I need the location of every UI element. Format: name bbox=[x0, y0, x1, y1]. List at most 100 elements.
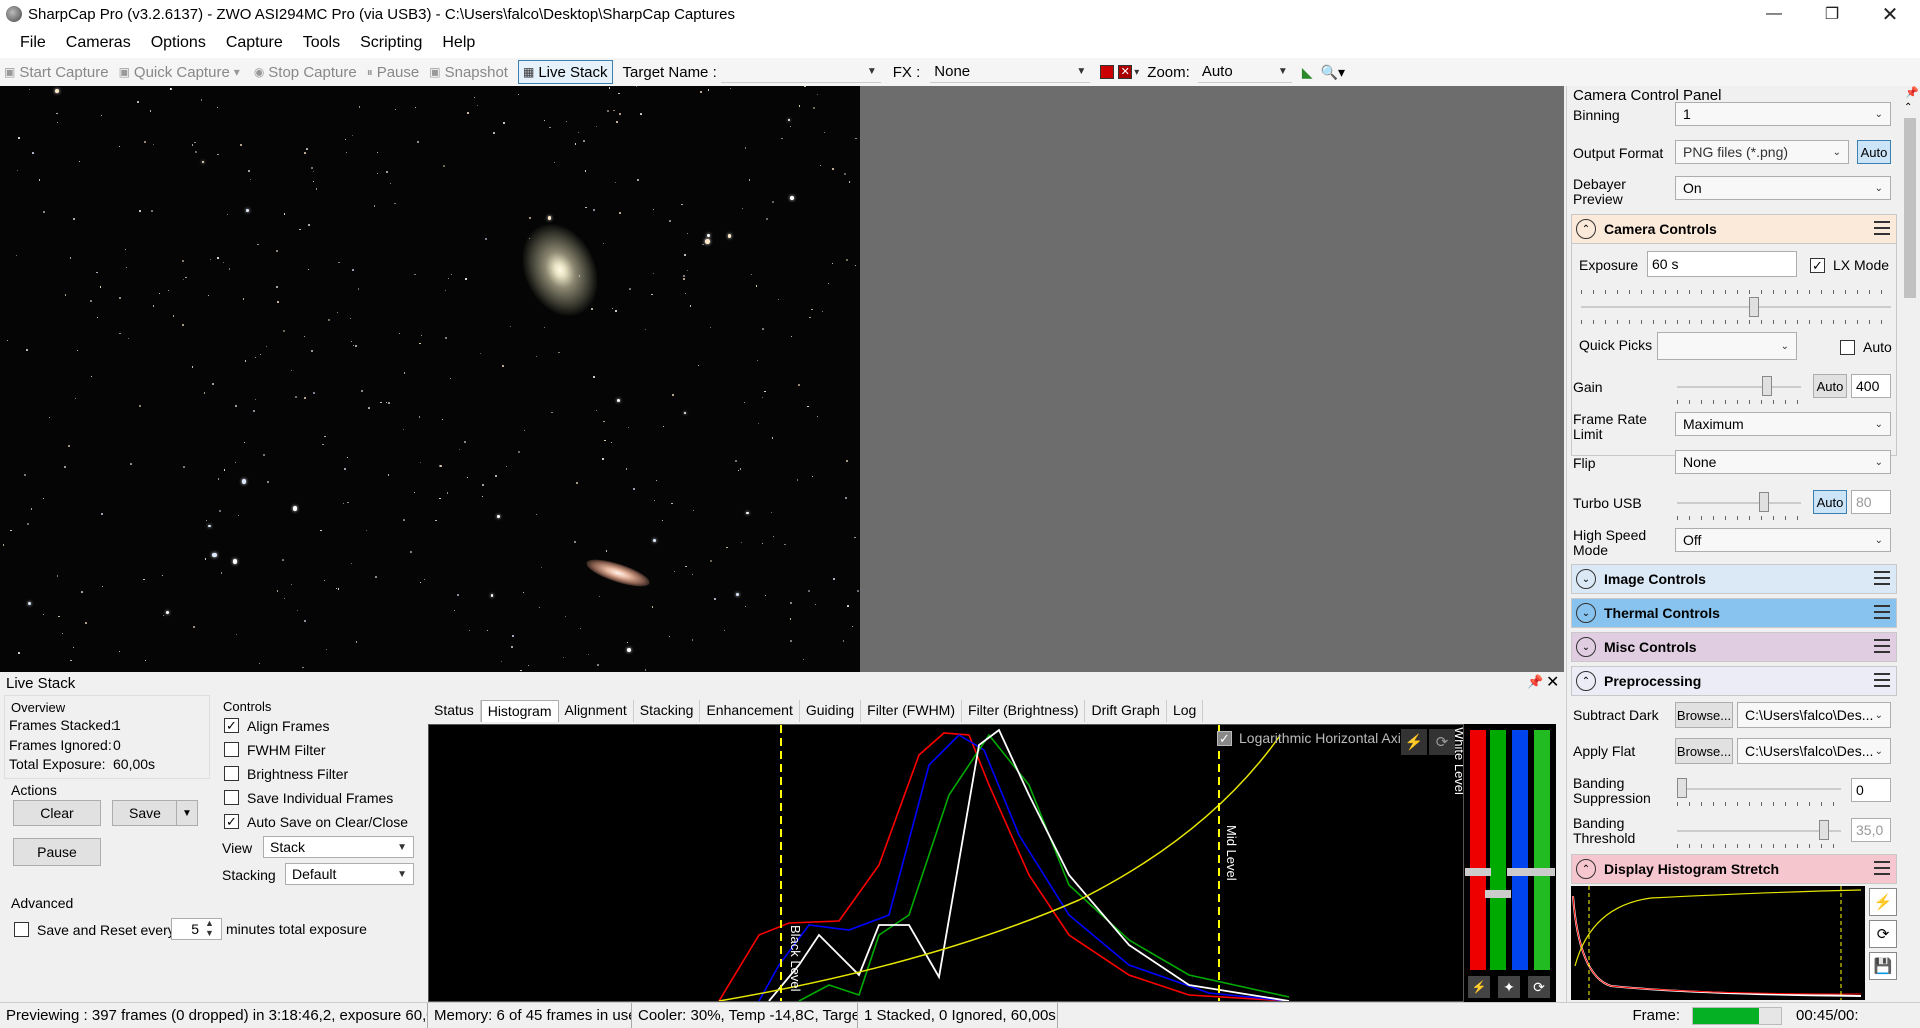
minutes-stepper[interactable]: 5 bbox=[171, 918, 222, 940]
histogram-icon[interactable]: ◣ bbox=[1302, 64, 1313, 81]
menu-help[interactable]: Help bbox=[432, 34, 485, 52]
banding-threshold-thumb[interactable] bbox=[1819, 820, 1829, 840]
menu-icon[interactable] bbox=[1874, 861, 1890, 875]
save-reset-checkbox[interactable] bbox=[14, 922, 29, 937]
close-panel-icon[interactable]: ✕ bbox=[1546, 672, 1559, 692]
tab-filter-brightness[interactable]: Filter (Brightness) bbox=[962, 700, 1086, 722]
menu-file[interactable]: File bbox=[10, 34, 56, 52]
zoom-tool-icon[interactable]: 🔍▾ bbox=[1321, 64, 1345, 81]
turbo-usb-input[interactable]: 80 bbox=[1851, 490, 1891, 514]
gain-input[interactable]: 400 bbox=[1851, 374, 1891, 398]
menu-tools[interactable]: Tools bbox=[293, 34, 350, 52]
menu-scripting[interactable]: Scripting bbox=[350, 34, 432, 52]
target-name-input[interactable]: ▼ bbox=[720, 61, 881, 83]
output-format-select[interactable]: PNG files (*.png) ⌄ bbox=[1675, 140, 1849, 164]
tab-status[interactable]: Status bbox=[428, 700, 481, 722]
view-select[interactable]: Stack ▼ bbox=[263, 836, 414, 858]
lightning-icon[interactable]: ⚡ bbox=[1468, 976, 1490, 998]
crosshair-icon[interactable]: ✕ bbox=[1118, 65, 1133, 79]
misc-controls-header[interactable]: ⌄ Misc Controls bbox=[1571, 632, 1897, 662]
pause-button[interactable]: ⏸ Pause bbox=[367, 64, 420, 81]
turbo-usb-slider[interactable] bbox=[1677, 502, 1801, 504]
reset-stretch-icon[interactable]: ⟳ bbox=[1429, 729, 1455, 755]
lx-mode-checkbox[interactable]: ✓ bbox=[1810, 258, 1825, 273]
display-stretch-header[interactable]: ⌃ Display Histogram Stretch bbox=[1571, 854, 1897, 884]
banding-suppression-slider[interactable] bbox=[1677, 788, 1841, 790]
banding-threshold-slider[interactable] bbox=[1677, 830, 1841, 832]
debayer-select[interactable]: On ⌄ bbox=[1675, 176, 1891, 200]
stretch-auto-icon[interactable]: ⚡ bbox=[1869, 888, 1897, 916]
blue-level-slider[interactable] bbox=[1512, 730, 1528, 970]
auto-save-checkbox[interactable]: ✓ bbox=[224, 814, 239, 829]
banding-threshold-input[interactable]: 35,0 bbox=[1851, 818, 1891, 842]
preprocessing-header[interactable]: ⌃ Preprocessing bbox=[1571, 666, 1897, 696]
green-slider-thumb[interactable] bbox=[1485, 890, 1511, 898]
high-speed-select[interactable]: Off ⌄ bbox=[1675, 528, 1891, 552]
image-controls-header[interactable]: ⌄ Image Controls bbox=[1571, 564, 1897, 594]
apply-flat-browse-button[interactable]: Browse... bbox=[1675, 738, 1733, 764]
display-stretch-histogram[interactable] bbox=[1571, 886, 1865, 1000]
exposure-slider-thumb[interactable] bbox=[1749, 297, 1759, 317]
menu-icon[interactable] bbox=[1874, 571, 1890, 585]
close-icon[interactable]: ✕ bbox=[1861, 0, 1919, 28]
snapshot-button[interactable]: ▣ Snapshot bbox=[429, 64, 508, 81]
quick-picks-auto-checkbox[interactable] bbox=[1840, 340, 1855, 355]
auto-stretch-icon[interactable]: ⚡ bbox=[1401, 729, 1427, 755]
stop-capture-button[interactable]: ◉ Stop Capture bbox=[254, 64, 357, 81]
zoom-select[interactable]: Auto ▼ bbox=[1197, 61, 1292, 83]
menu-icon[interactable] bbox=[1874, 221, 1890, 235]
panel-scrollbar[interactable]: ⌃ bbox=[1900, 98, 1920, 1002]
save-individual-checkbox[interactable] bbox=[224, 790, 239, 805]
tab-stacking[interactable]: Stacking bbox=[633, 700, 701, 722]
stretch-save-icon[interactable]: 💾 bbox=[1869, 952, 1897, 980]
quick-picks-select[interactable]: ⌄ bbox=[1657, 332, 1797, 360]
start-capture-button[interactable]: ▣ Start Capture bbox=[4, 64, 109, 81]
menu-cameras[interactable]: Cameras bbox=[56, 34, 141, 52]
align-frames-checkbox[interactable]: ✓ bbox=[224, 718, 239, 733]
live-stack-button[interactable]: ▦ Live Stack bbox=[517, 60, 613, 84]
fwhm-filter-checkbox[interactable] bbox=[224, 742, 239, 757]
quick-capture-button[interactable]: ▣ Quick Capture ▾ bbox=[119, 64, 244, 81]
camera-controls-header[interactable]: ⌃ Camera Controls bbox=[1571, 214, 1897, 244]
stretch-reset-icon[interactable]: ⟳ bbox=[1869, 920, 1897, 948]
menu-icon[interactable] bbox=[1874, 639, 1890, 653]
apply-flat-select[interactable]: C:\Users\falco\Des... ⌄ bbox=[1737, 738, 1891, 764]
luma-slider-thumb[interactable] bbox=[1529, 868, 1555, 876]
fx-select[interactable]: None ▼ bbox=[930, 61, 1091, 83]
stepper-arrows-icon[interactable]: ▲ ▼ bbox=[205, 918, 214, 938]
turbo-usb-auto-button[interactable]: Auto bbox=[1813, 490, 1847, 514]
histogram-chart[interactable]: Black Level Mid Level White Level ✓ Loga… bbox=[428, 724, 1464, 1002]
luminance-level-slider[interactable] bbox=[1534, 730, 1550, 970]
gain-slider-thumb[interactable] bbox=[1762, 376, 1772, 396]
red-level-slider[interactable] bbox=[1470, 730, 1486, 970]
save-button[interactable]: Save bbox=[112, 800, 178, 826]
pause-stack-button[interactable]: Pause bbox=[13, 838, 101, 866]
tab-log[interactable]: Log bbox=[1166, 700, 1204, 722]
green-level-slider[interactable] bbox=[1490, 730, 1506, 970]
image-viewer[interactable] bbox=[0, 86, 1564, 672]
red-overlay-icon[interactable] bbox=[1100, 65, 1115, 79]
exposure-input[interactable]: 60 s bbox=[1647, 251, 1797, 277]
menu-icon[interactable] bbox=[1874, 673, 1890, 687]
stacking-select[interactable]: Default ▼ bbox=[285, 863, 414, 885]
save-dropdown-icon[interactable]: ▼ bbox=[176, 800, 198, 826]
subtract-dark-select[interactable]: C:\Users\falco\Des... ⌄ bbox=[1737, 702, 1891, 728]
menu-icon[interactable] bbox=[1874, 605, 1890, 619]
gain-slider[interactable] bbox=[1677, 386, 1801, 388]
tab-filter-fwhm[interactable]: Filter (FWHM) bbox=[861, 700, 963, 722]
brightness-filter-checkbox[interactable] bbox=[224, 766, 239, 781]
pin-icon[interactable]: 📌 bbox=[1527, 674, 1543, 690]
scroll-up-icon[interactable]: ⌃ bbox=[1904, 102, 1912, 113]
menu-capture[interactable]: Capture bbox=[216, 34, 293, 52]
log-axis-checkbox[interactable]: ✓ bbox=[1217, 731, 1232, 746]
banding-suppression-thumb[interactable] bbox=[1677, 778, 1687, 798]
exposure-slider[interactable] bbox=[1581, 306, 1891, 308]
thermal-controls-header[interactable]: ⌄ Thermal Controls bbox=[1571, 598, 1897, 628]
frame-rate-select[interactable]: Maximum ⌄ bbox=[1675, 412, 1891, 436]
gain-auto-button[interactable]: Auto bbox=[1813, 374, 1847, 398]
minimize-icon[interactable]: — bbox=[1745, 0, 1803, 28]
tab-enhancement[interactable]: Enhancement bbox=[700, 700, 800, 722]
star-icon[interactable]: ✦ bbox=[1498, 976, 1520, 998]
level-sliders[interactable]: ⚡ ✦ ⟳ bbox=[1464, 724, 1556, 1002]
red-slider-thumb[interactable] bbox=[1465, 868, 1491, 876]
